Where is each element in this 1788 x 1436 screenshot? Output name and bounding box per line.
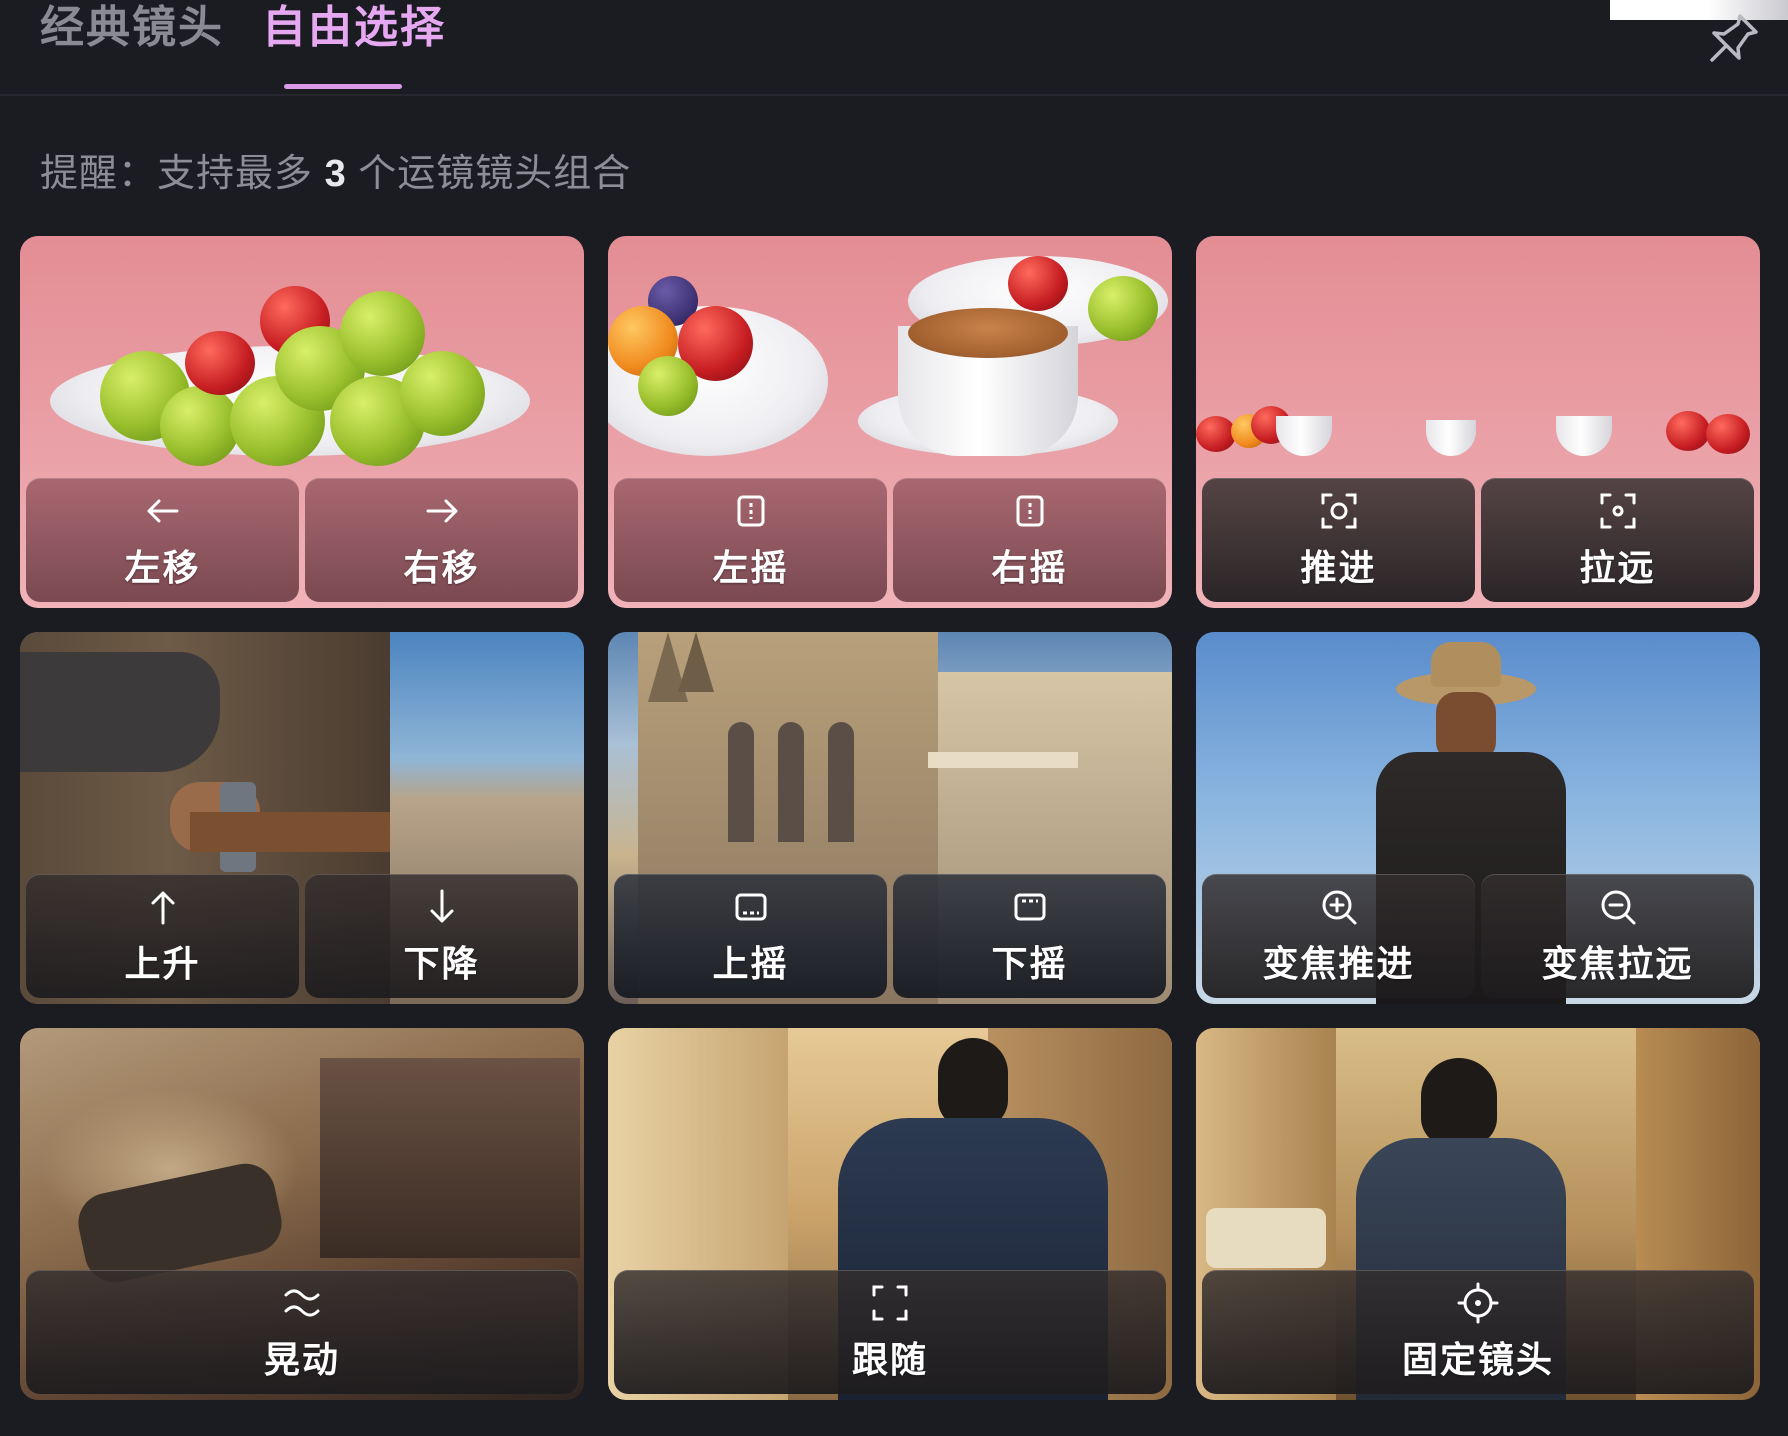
move-left-button[interactable]: 左移 [26,478,299,602]
motion-buttons: 晃动 [26,1270,578,1394]
button-label: 拉远 [1579,547,1656,588]
hint-suffix: 个运镜镜头组合 [358,153,632,195]
motion-card-truck: 左移 右移 [20,236,584,608]
motion-buttons: 固定镜头 [1202,1270,1754,1394]
arrow-left-icon [147,499,178,523]
tilt-down-button[interactable]: 下摇 [893,874,1166,998]
static-shot-button[interactable]: 固定镜头 [1202,1270,1754,1394]
button-label: 固定镜头 [1401,1339,1554,1380]
pull-out-button[interactable]: 拉远 [1481,478,1754,602]
zoom-out-icon [1601,890,1635,925]
camera-motion-panel: 经典镜头 自由选择 提醒：支持最多 3 个运镜镜头组合 左移 右移 左摇 右摇 … [0,0,1788,1436]
pan-left-icon [737,495,764,527]
combo-hint: 提醒：支持最多 3 个运镜镜头组合 [40,142,631,197]
motion-buttons: 左移 右移 [26,478,578,602]
button-label: 推进 [1300,547,1377,588]
motion-buttons: 左摇 右摇 [614,478,1166,602]
button-label: 下降 [403,943,480,984]
arrow-down-icon [430,889,453,923]
tab-classic-shots[interactable]: 经典镜头 [40,0,224,60]
button-label: 下摇 [991,943,1068,984]
tilt-down-icon [1014,893,1045,921]
button-label: 右移 [403,547,480,588]
shake-button[interactable]: 晃动 [26,1270,578,1394]
tab-free-select[interactable]: 自由选择 [262,0,446,60]
motion-grid: 左移 右移 左摇 右摇 推进 拉远 上升 下降 上摇 下摇 变焦推进 变焦拉远 … [20,236,1760,1400]
motion-card-dolly: 推进 拉远 [1196,236,1760,608]
tilt-up-icon [735,893,766,921]
motion-card-static: 固定镜头 [1196,1028,1760,1400]
zoom-out-button[interactable]: 变焦拉远 [1481,874,1754,998]
motion-buttons: 变焦推进 变焦拉远 [1202,874,1754,998]
motion-card-tilt: 上摇 下摇 [608,632,1172,1004]
motion-buttons: 推进 拉远 [1202,478,1754,602]
button-label: 晃动 [263,1339,340,1380]
motion-card-zoom: 变焦推进 变焦拉远 [1196,632,1760,1004]
follow-frame-icon [872,1285,908,1321]
button-label: 左移 [124,547,201,588]
descend-button[interactable]: 下降 [305,874,578,998]
follow-button[interactable]: 跟随 [614,1270,1166,1394]
tab-bar: 经典镜头 自由选择 [0,0,1788,96]
pan-right-button[interactable]: 右摇 [893,478,1166,602]
pan-left-button[interactable]: 左摇 [614,478,887,602]
push-in-icon [1321,493,1356,529]
button-label: 跟随 [851,1339,928,1380]
button-label: 变焦推进 [1262,943,1415,984]
button-label: 左摇 [712,547,789,588]
motion-buttons: 上摇 下摇 [614,874,1166,998]
motion-card-crane: 上升 下降 [20,632,584,1004]
motion-buttons: 跟随 [614,1270,1166,1394]
motion-card-follow: 跟随 [608,1028,1172,1400]
arrow-right-icon [426,499,457,523]
motion-card-pan: 左摇 右摇 [608,236,1172,608]
active-tab-indicator [284,84,402,89]
move-right-button[interactable]: 右移 [305,478,578,602]
button-label: 上升 [124,943,201,984]
button-label: 右摇 [991,547,1068,588]
hint-count: 3 [324,153,347,195]
pull-out-icon [1600,493,1635,529]
button-label: 上摇 [712,943,789,984]
button-label: 变焦拉远 [1541,943,1694,984]
motion-card-shake: 晃动 [20,1028,584,1400]
pin-icon[interactable] [1704,10,1762,68]
rise-button[interactable]: 上升 [26,874,299,998]
zoom-in-icon [1322,890,1356,925]
push-in-button[interactable]: 推进 [1202,478,1475,602]
pan-right-icon [1016,495,1043,527]
motion-buttons: 上升 下降 [26,874,578,998]
shake-icon [284,1289,320,1317]
hint-prefix: 提醒：支持最多 [40,153,314,195]
zoom-in-button[interactable]: 变焦推进 [1202,874,1475,998]
tilt-up-button[interactable]: 上摇 [614,874,887,998]
arrow-up-icon [151,891,174,925]
crosshair-icon [1457,1282,1499,1324]
